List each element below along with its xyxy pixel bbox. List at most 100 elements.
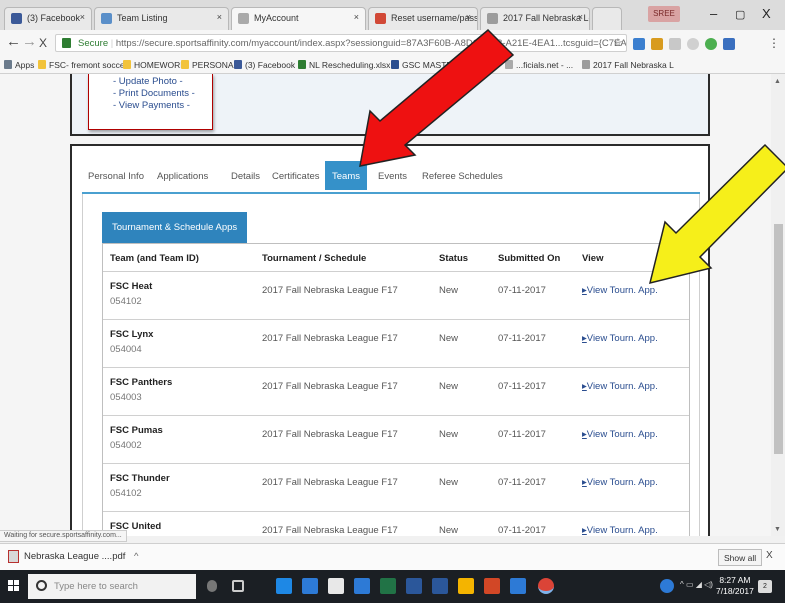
chrome-icon[interactable] <box>538 578 554 594</box>
close-shelf-button[interactable]: X <box>766 550 773 561</box>
scroll-down-icon[interactable]: ▼ <box>774 526 781 533</box>
menu-icon[interactable]: ⋮ <box>768 35 780 51</box>
back-button[interactable]: ← <box>6 34 21 50</box>
view-tourn-app-link[interactable]: ▸ View Tourn. App. <box>582 429 658 440</box>
taskbar-search-input[interactable]: Type here to search <box>28 574 196 599</box>
team-id: 054003 <box>110 392 142 403</box>
page-icon <box>487 13 498 24</box>
maximize-button[interactable]: ▢ <box>735 8 745 21</box>
tab-personal-info[interactable]: Personal Info <box>88 171 144 182</box>
microphone-icon[interactable] <box>207 580 217 592</box>
store-icon[interactable] <box>302 578 318 594</box>
show-all-button[interactable]: Show all <box>718 549 763 566</box>
tab-events[interactable]: Events <box>378 171 407 182</box>
close-tab-icon[interactable]: × <box>578 12 583 22</box>
close-tab-icon[interactable]: × <box>80 12 85 22</box>
profile-tabs: Personal Info Applications Details Certi… <box>82 158 700 194</box>
outlook-icon[interactable] <box>432 578 448 594</box>
scroll-up-icon[interactable]: ▲ <box>774 78 781 85</box>
edge-icon[interactable] <box>276 578 292 594</box>
folder-icon <box>38 60 46 69</box>
bookmark-facebook[interactable]: (3) Facebook <box>234 60 295 70</box>
close-window-button[interactable]: X <box>762 6 771 21</box>
browser-tab-title: (3) Facebook <box>27 13 81 23</box>
bookmark-officials[interactable]: ...ficials.net - ... <box>505 60 573 70</box>
browser-tab-team-listing[interactable]: Team Listing × <box>94 7 229 30</box>
chevron-up-icon[interactable]: ^ <box>134 551 138 562</box>
extension-icon[interactable] <box>669 38 681 50</box>
tab-referee-schedules[interactable]: Referee Schedules <box>422 171 503 182</box>
clock-date: 7/18/2017 <box>716 586 754 596</box>
update-photo-link[interactable]: - Update Photo - <box>113 76 212 88</box>
windows-start-icon[interactable] <box>8 580 20 592</box>
url-field[interactable]: Secure | https://secure.sportsaffinity.c… <box>55 34 627 52</box>
extension-icon[interactable] <box>633 38 645 50</box>
forward-button[interactable]: → <box>22 34 37 50</box>
view-tourn-app-link[interactable]: ▸ View Tourn. App. <box>582 285 658 296</box>
tab-details[interactable]: Details <box>231 171 260 182</box>
browser-tab-nebraska-league[interactable]: 2017 Fall Nebraska Leag × <box>480 7 590 30</box>
new-tab-button[interactable] <box>592 7 622 30</box>
team-name: FSC Pumas <box>110 425 163 436</box>
notification-icon[interactable]: 2 <box>758 580 772 593</box>
scrollbar-thumb[interactable] <box>774 224 783 454</box>
team-id: 054102 <box>110 488 142 499</box>
close-tab-icon[interactable]: × <box>354 12 359 22</box>
bookmark-fsc[interactable]: FSC- fremont soccer <box>38 60 127 70</box>
taskbar-clock[interactable]: 8:27 AM 7/18/2017 <box>716 575 754 597</box>
close-tab-icon[interactable]: × <box>466 12 471 22</box>
status: New <box>439 477 459 488</box>
tab-teams[interactable]: Teams <box>325 161 367 190</box>
table-header: Team (and Team ID) Tournament / Schedule… <box>103 244 689 272</box>
user-profile-badge[interactable]: SREE <box>648 6 680 22</box>
people-icon[interactable] <box>354 578 370 594</box>
bookmark-nebraska[interactable]: 2017 Fall Nebraska L <box>582 60 674 70</box>
close-tab-icon[interactable]: × <box>217 12 222 22</box>
app-icon[interactable] <box>510 578 526 594</box>
view-tourn-app-link[interactable]: ▸ View Tourn. App. <box>582 477 658 488</box>
tab-tournament-schedule-apps[interactable]: Tournament & Schedule Apps <box>102 212 248 243</box>
browser-tab-reset-password[interactable]: Reset username/passwo × <box>368 7 478 30</box>
task-view-icon[interactable] <box>232 580 244 592</box>
view-tourn-app-link[interactable]: ▸ View Tourn. App. <box>582 525 658 536</box>
bookmark-apps[interactable]: Apps <box>4 60 34 70</box>
vertical-scrollbar[interactable]: ▲ ▼ <box>771 74 785 536</box>
powerpoint-icon[interactable] <box>484 578 500 594</box>
bookmark-personal[interactable]: PERSONAL <box>181 60 238 70</box>
browser-tab-myaccount[interactable]: MyAccount × <box>231 7 366 30</box>
download-item[interactable]: Nebraska League ....pdf ^ <box>8 550 139 563</box>
team-name: FSC Thunder <box>110 473 170 484</box>
team-id: 054002 <box>110 440 142 451</box>
bookmark-gsc-master[interactable]: GSC MASTER <box>391 60 458 70</box>
minimize-button[interactable]: – <box>710 6 717 21</box>
shopping-bag-icon[interactable] <box>328 578 344 594</box>
extension-icon[interactable] <box>723 38 735 50</box>
google-drive-icon[interactable] <box>458 578 474 594</box>
bookmark-star-icon[interactable]: ☆ <box>613 35 623 51</box>
folder-icon <box>123 60 131 69</box>
view-tourn-app-link[interactable]: ▸ View Tourn. App. <box>582 333 658 344</box>
print-documents-link[interactable]: - Print Documents - <box>113 88 212 100</box>
tournament-name: 2017 Fall Nebraska League F17 <box>262 429 398 440</box>
bookmark-homework[interactable]: HOMEWORK <box>123 60 186 70</box>
extension-icon[interactable] <box>687 38 699 50</box>
tab-applications[interactable]: Applications <box>157 171 208 182</box>
view-payments-link[interactable]: - View Payments - <box>113 100 212 112</box>
view-tourn-app-link[interactable]: ▸ View Tourn. App. <box>582 381 658 392</box>
stop-button[interactable]: X <box>39 35 47 51</box>
system-tray-icons[interactable]: ^ ▭ ◢ ◁) <box>680 580 713 589</box>
word-icon[interactable] <box>406 578 422 594</box>
browser-tab-facebook[interactable]: (3) Facebook × <box>4 7 92 30</box>
tab-certificates[interactable]: Certificates <box>272 171 320 182</box>
bookmark-nl-rescheduling[interactable]: NL Rescheduling.xlsx <box>298 60 390 70</box>
submitted-date: 07-11-2017 <box>498 381 546 392</box>
extension-icon[interactable] <box>705 38 717 50</box>
excel-icon[interactable] <box>380 578 396 594</box>
extension-icon[interactable] <box>651 38 663 50</box>
status: New <box>439 525 459 536</box>
user-tray-icon[interactable] <box>660 579 674 593</box>
account-panel: Personal Info Applications Details Certi… <box>70 144 710 536</box>
gmail-icon <box>375 13 386 24</box>
team-name: FSC Panthers <box>110 377 173 388</box>
status: New <box>439 333 459 344</box>
